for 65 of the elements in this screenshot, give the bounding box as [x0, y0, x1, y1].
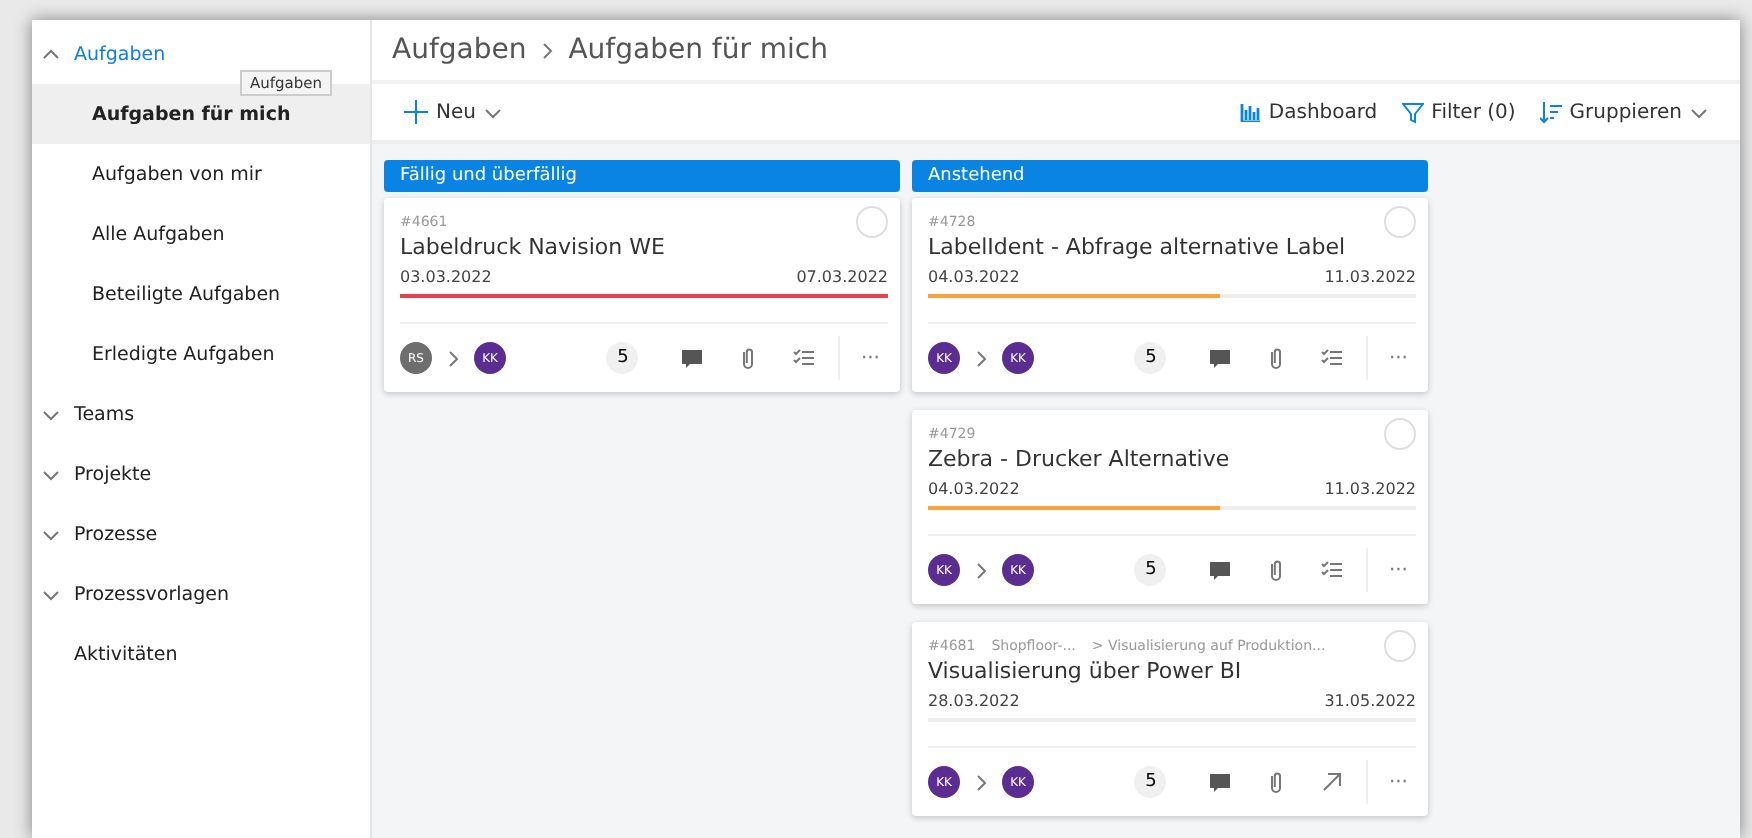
comment-icon[interactable] [680, 346, 705, 370]
plus-icon [404, 100, 428, 124]
chevron-icon [42, 525, 60, 543]
chevron-icon [538, 41, 557, 59]
chevron-icon [972, 773, 990, 791]
start-date: 04.03.2022 [928, 268, 1020, 286]
checklist-icon[interactable] [792, 346, 817, 370]
chevron-icon [483, 103, 502, 121]
comment-icon[interactable] [1208, 558, 1233, 582]
chevron-icon [1690, 103, 1708, 121]
comment-icon[interactable] [1208, 346, 1233, 370]
sidebar-item[interactable]: Teams [32, 384, 370, 444]
task-title: Labeldruck Navision WE [400, 234, 667, 260]
due-date: 11.03.2022 [1324, 480, 1416, 498]
sort-icon [1539, 101, 1562, 123]
sidebar-item[interactable]: Alle Aufgaben [32, 204, 370, 264]
start-date: 03.03.2022 [400, 268, 492, 286]
more-button[interactable]: ··· [838, 336, 888, 380]
column-header: Fällig und überfällig [384, 160, 900, 192]
arrow-icon[interactable] [1320, 770, 1345, 794]
complete-checkbox[interactable] [1384, 630, 1416, 662]
due-date: 11.03.2022 [1324, 268, 1416, 286]
count-badge: 5 [1134, 342, 1167, 374]
new-button[interactable]: Neu [392, 100, 514, 124]
filter-button[interactable]: Filter (0) [1389, 101, 1528, 123]
chevron-icon [972, 349, 990, 367]
start-date: 04.03.2022 [928, 480, 1020, 498]
more-button[interactable]: ··· [1366, 336, 1416, 380]
chevron-icon [444, 349, 462, 367]
bar-chart-icon [1240, 102, 1261, 122]
sidebar-item[interactable]: Prozessvorlagen [32, 564, 370, 624]
sidebar-item[interactable]: Prozesse [32, 504, 370, 564]
task-title: LabelIdent - Abfrage alternative Label [928, 234, 1348, 260]
start-date: 28.03.2022 [928, 692, 1020, 710]
sidebar-item[interactable]: Projekte [32, 444, 370, 504]
chevron-icon [42, 45, 60, 63]
due-date: 31.05.2022 [1324, 692, 1416, 710]
more-button[interactable]: ··· [1366, 760, 1416, 804]
complete-checkbox[interactable] [1384, 206, 1416, 238]
due-date: 07.03.2022 [796, 268, 888, 286]
dashboard-button[interactable]: Dashboard [1228, 101, 1390, 123]
chevron-icon [42, 585, 60, 603]
comment-icon[interactable] [1208, 770, 1233, 794]
count-badge: 5 [606, 342, 639, 374]
breadcrumb-item: Aufgaben für mich [568, 34, 828, 66]
chevron-icon [42, 465, 60, 483]
breadcrumb-item[interactable]: Aufgaben [392, 34, 527, 66]
task-title: Visualisierung über Power BI [928, 658, 1244, 684]
sidebar-item[interactable]: Aufgaben von mir [32, 144, 370, 204]
filter-icon [1401, 101, 1424, 123]
checklist-icon[interactable] [1320, 558, 1345, 582]
sidebar-item[interactable]: Beteiligte Aufgaben [32, 264, 370, 324]
count-badge: 5 [1134, 554, 1167, 586]
count-badge: 5 [1134, 766, 1167, 798]
complete-checkbox[interactable] [1384, 418, 1416, 450]
complete-checkbox[interactable] [856, 206, 888, 238]
column-header: Anstehend [912, 160, 1428, 192]
chevron-icon [972, 561, 990, 579]
more-button[interactable]: ··· [1366, 548, 1416, 592]
checklist-icon[interactable] [1320, 346, 1345, 370]
sidebar-item[interactable]: Erledigte Aufgaben [32, 324, 370, 384]
sidebar-item[interactable]: Aktivitäten [32, 624, 370, 684]
task-title: Zebra - Drucker Alternative [928, 446, 1232, 472]
group-button[interactable]: Gruppieren [1527, 101, 1720, 123]
chevron-icon [42, 405, 60, 423]
